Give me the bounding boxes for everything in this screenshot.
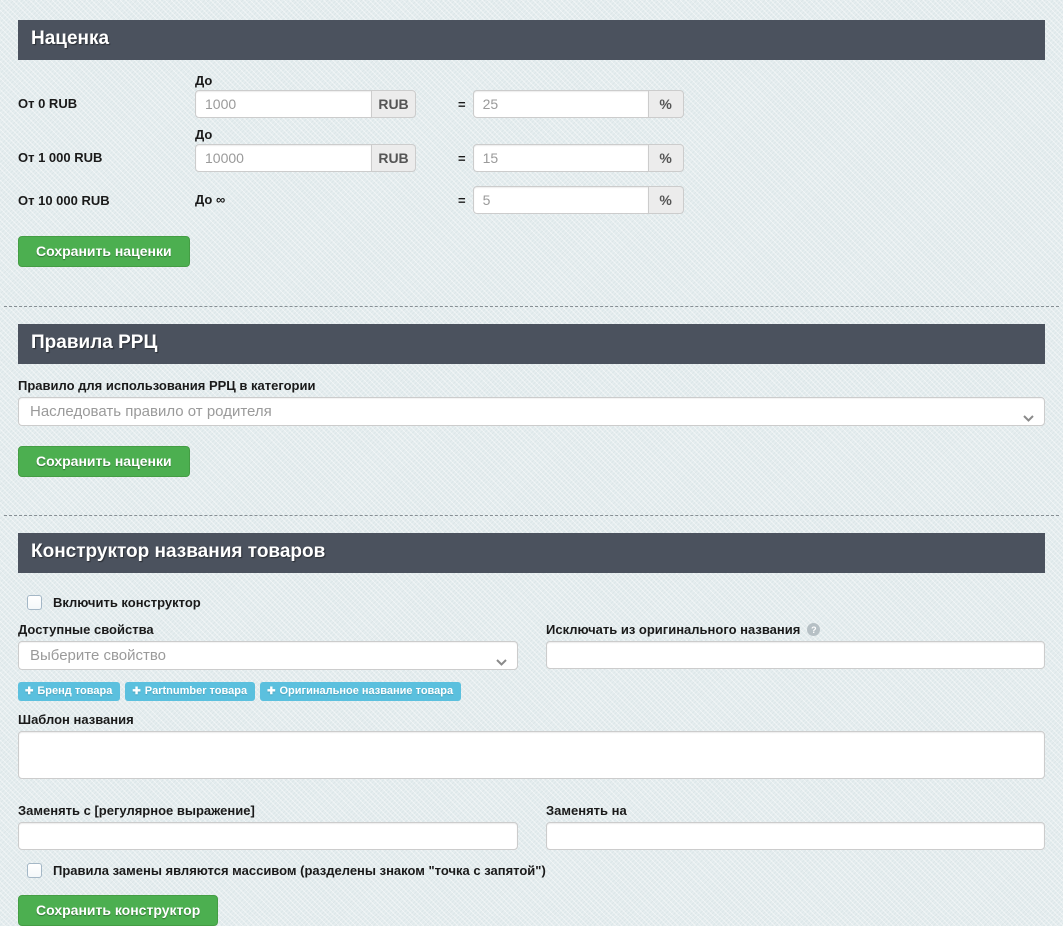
rrc-rule-select[interactable]: Наследовать правило от родителя xyxy=(18,397,1045,426)
equals-sign: = xyxy=(458,151,466,166)
markup-percent-input[interactable] xyxy=(473,186,649,214)
page-content: Наценка От 0 RUB До RUB = % От 1 000 RUB… xyxy=(0,0,1063,926)
markup-to-input-group: RUB xyxy=(195,90,458,118)
save-rrc-button[interactable]: Сохранить наценки xyxy=(18,446,190,477)
property-tags-row: ✚ Бренд товара ✚ Partnumber товара ✚ Оригин… xyxy=(18,682,518,701)
array-rules-label[interactable]: Правила замены являются массивом (раздел… xyxy=(53,863,546,878)
markup-from-label: От 0 RUB xyxy=(18,73,195,118)
replace-from-label: Заменять с [регулярное выражение] xyxy=(18,803,518,818)
markup-percent-input-group: % xyxy=(473,144,684,172)
tag-label: Бренд товара xyxy=(37,685,112,697)
markup-section-header: Наценка xyxy=(18,20,1045,60)
array-rules-row: Правила замены являются массивом (раздел… xyxy=(27,863,1045,878)
markup-section-title: Наценка xyxy=(31,28,109,49)
tag-label: Partnumber товара xyxy=(145,685,247,697)
replace-to-label: Заменять на xyxy=(546,803,1045,818)
markup-from-label: От 1 000 RUB xyxy=(18,127,195,172)
percent-addon: % xyxy=(649,144,684,172)
template-label: Шаблон названия xyxy=(18,712,1045,727)
percent-addon: % xyxy=(649,186,684,214)
markup-to-input[interactable] xyxy=(195,144,372,172)
markup-percent-input-group: % xyxy=(473,186,684,214)
replace-grid: Заменять с [регулярное выражение] Заменя… xyxy=(18,803,1045,850)
plus-icon: ✚ xyxy=(267,686,275,697)
section-divider xyxy=(4,306,1059,307)
percent-addon: % xyxy=(649,90,684,118)
enable-constructor-label[interactable]: Включить конструктор xyxy=(53,595,201,610)
markup-to-infinity-label: До ∞ xyxy=(195,192,458,209)
plus-icon: ✚ xyxy=(25,686,33,697)
array-rules-checkbox[interactable] xyxy=(27,863,42,878)
tag-partnumber[interactable]: ✚ Partnumber товара xyxy=(125,682,255,701)
markup-percent-input-group: % xyxy=(473,90,684,118)
markup-row: От 0 RUB До RUB = % xyxy=(18,73,1045,118)
template-textarea[interactable] xyxy=(18,731,1045,779)
exclude-original-label: Исключать из оригинального названия xyxy=(546,622,800,637)
markup-row: От 10 000 RUB До ∞ = % xyxy=(18,186,1045,214)
available-props-select-value: Выберите свойство xyxy=(30,647,166,664)
chevron-down-icon xyxy=(1023,409,1034,427)
markup-to-label: До xyxy=(195,127,458,144)
available-props-select[interactable]: Выберите свойство xyxy=(18,641,518,670)
constructor-section-title: Конструктор названия товаров xyxy=(31,541,325,562)
exclude-original-input[interactable] xyxy=(546,641,1045,669)
markup-to-input[interactable] xyxy=(195,90,372,118)
markup-row: От 1 000 RUB До RUB = % xyxy=(18,127,1045,172)
props-exclude-grid: Доступные свойства Выберите свойство ✚ Бр… xyxy=(18,622,1045,701)
markup-to-label: До xyxy=(195,73,458,90)
chevron-down-icon xyxy=(496,653,507,671)
tag-brand[interactable]: ✚ Бренд товара xyxy=(18,682,120,701)
rub-addon: RUB xyxy=(372,90,416,118)
constructor-section-header: Конструктор названия товаров xyxy=(18,533,1045,573)
markup-to-input-group: RUB xyxy=(195,144,458,172)
available-props-label: Доступные свойства xyxy=(18,622,518,637)
save-markup-button[interactable]: Сохранить наценки xyxy=(18,236,190,267)
tag-original-name[interactable]: ✚ Оригинальное название товара xyxy=(260,682,461,701)
markup-from-label: От 10 000 RUB xyxy=(18,193,195,208)
equals-sign: = xyxy=(458,193,466,208)
markup-percent-input[interactable] xyxy=(473,144,649,172)
equals-sign: = xyxy=(458,97,466,112)
enable-constructor-row: Включить конструктор xyxy=(27,595,1045,610)
tag-label: Оригинальное название товара xyxy=(279,685,453,697)
rrc-section-title: Правила РРЦ xyxy=(31,332,157,353)
enable-constructor-checkbox[interactable] xyxy=(27,595,42,610)
save-constructor-button[interactable]: Сохранить конструктор xyxy=(18,895,218,926)
replace-from-input[interactable] xyxy=(18,822,518,850)
rrc-rule-label: Правило для использования РРЦ в категори… xyxy=(18,378,1045,393)
replace-to-input[interactable] xyxy=(546,822,1045,850)
help-icon[interactable]: ? xyxy=(807,623,820,636)
rrc-rule-select-value: Наследовать правило от родителя xyxy=(30,403,272,420)
markup-percent-input[interactable] xyxy=(473,90,649,118)
plus-icon: ✚ xyxy=(132,686,140,697)
section-divider xyxy=(4,515,1059,516)
rub-addon: RUB xyxy=(372,144,416,172)
rrc-section-header: Правила РРЦ xyxy=(18,324,1045,364)
